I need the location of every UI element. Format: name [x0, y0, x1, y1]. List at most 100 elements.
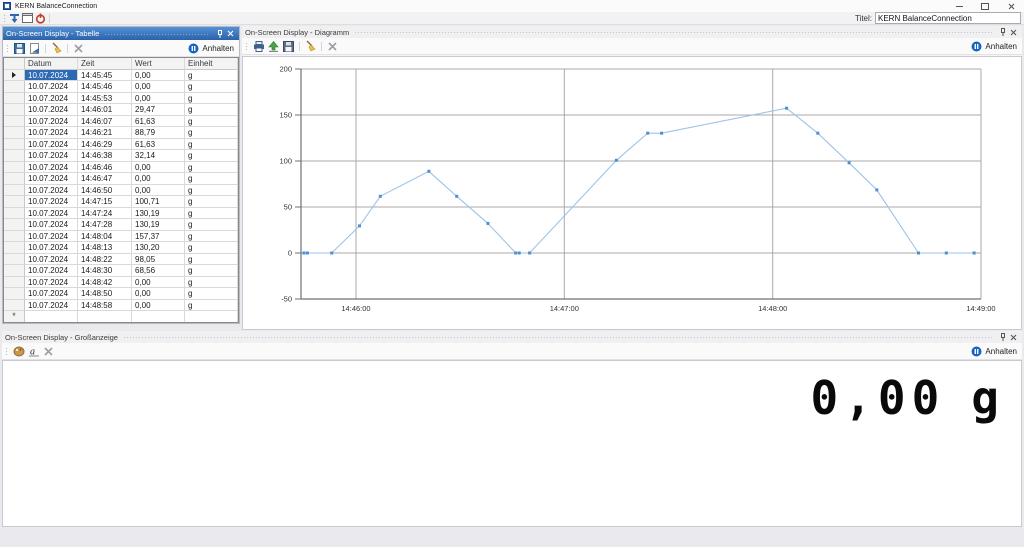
cell-zeit[interactable]: 14:47:15	[78, 196, 132, 208]
cell-datum[interactable]: 10.07.2024	[25, 93, 78, 105]
cell-zeit[interactable]: 14:46:47	[78, 173, 132, 185]
cell-datum[interactable]: 10.07.2024	[25, 127, 78, 139]
restore-button[interactable]	[972, 0, 998, 12]
cell-wert[interactable]: 88,79	[132, 127, 185, 139]
cell-datum[interactable]: 10.07.2024	[25, 265, 78, 277]
close-button[interactable]	[998, 0, 1024, 12]
cell-einheit[interactable]: g	[185, 242, 238, 254]
table-row[interactable]: 10.07.202414:47:24130,19g	[4, 208, 238, 220]
cell-datum[interactable]	[25, 311, 78, 323]
table-row[interactable]: 10.07.202414:46:470,00g	[4, 173, 238, 185]
table-row[interactable]: 10.07.202414:46:460,00g	[4, 162, 238, 174]
cell-zeit[interactable]	[78, 311, 132, 323]
cell-zeit[interactable]: 14:48:50	[78, 288, 132, 300]
anhalten-button[interactable]: Anhalten	[971, 41, 1019, 52]
color-button[interactable]	[12, 345, 25, 358]
delete-button[interactable]	[42, 345, 55, 358]
cell-zeit[interactable]: 14:46:38	[78, 150, 132, 162]
cell-wert[interactable]: 130,20	[132, 242, 185, 254]
cell-einheit[interactable]: g	[185, 208, 238, 220]
cell-zeit[interactable]: 14:45:46	[78, 81, 132, 93]
table-row[interactable]: 10.07.202414:48:3068,56g	[4, 265, 238, 277]
cell-einheit[interactable]: g	[185, 185, 238, 197]
cell-wert[interactable]: 130,19	[132, 219, 185, 231]
font-button[interactable]: a	[27, 345, 40, 358]
cell-einheit[interactable]: g	[185, 277, 238, 289]
cell-datum[interactable]: 10.07.2024	[25, 219, 78, 231]
cell-datum[interactable]: 10.07.2024	[25, 185, 78, 197]
cell-zeit[interactable]: 14:48:58	[78, 300, 132, 312]
cell-einheit[interactable]: g	[185, 173, 238, 185]
cell-einheit[interactable]: g	[185, 139, 238, 151]
cell-datum[interactable]: 10.07.2024	[25, 150, 78, 162]
cell-einheit[interactable]	[185, 311, 238, 323]
cell-wert[interactable]: 0,00	[132, 70, 185, 82]
cell-wert[interactable]: 68,56	[132, 265, 185, 277]
window-layout-button[interactable]	[21, 13, 34, 24]
cell-zeit[interactable]: 14:45:45	[78, 70, 132, 82]
cell-einheit[interactable]: g	[185, 127, 238, 139]
cell-einheit[interactable]: g	[185, 300, 238, 312]
cell-zeit[interactable]: 14:46:50	[78, 185, 132, 197]
cell-wert[interactable]: 157,37	[132, 231, 185, 243]
table-row[interactable]: 10.07.202414:46:3832,14g	[4, 150, 238, 162]
export-chart-button[interactable]	[267, 40, 280, 53]
column-header[interactable]: Wert	[132, 58, 185, 70]
cell-datum[interactable]: 10.07.2024	[25, 288, 78, 300]
pin-button[interactable]	[214, 28, 225, 39]
delete-button[interactable]	[72, 42, 85, 55]
cell-datum[interactable]: 10.07.2024	[25, 70, 78, 82]
cell-datum[interactable]: 10.07.2024	[25, 104, 78, 116]
panel-close-button[interactable]	[1008, 332, 1019, 343]
anhalten-button[interactable]: Anhalten	[188, 43, 236, 54]
print-button[interactable]	[252, 40, 265, 53]
table-row[interactable]: 10.07.202414:45:460,00g	[4, 81, 238, 93]
table-row[interactable]: 10.07.202414:45:530,00g	[4, 93, 238, 105]
cell-datum[interactable]: 10.07.2024	[25, 254, 78, 266]
cell-einheit[interactable]: g	[185, 93, 238, 105]
table-row[interactable]: 10.07.202414:48:13130,20g	[4, 242, 238, 254]
clear-button[interactable]	[304, 40, 317, 53]
column-header[interactable]: Datum	[25, 58, 78, 70]
table-row[interactable]: 10.07.202414:47:28130,19g	[4, 219, 238, 231]
table-row[interactable]: 10.07.202414:45:450,00g	[4, 70, 238, 82]
cell-zeit[interactable]: 14:46:46	[78, 162, 132, 174]
cell-einheit[interactable]: g	[185, 254, 238, 266]
cell-einheit[interactable]: g	[185, 231, 238, 243]
cell-wert[interactable]: 29,47	[132, 104, 185, 116]
cell-wert[interactable]: 0,00	[132, 173, 185, 185]
cell-zeit[interactable]: 14:48:13	[78, 242, 132, 254]
cell-datum[interactable]: 10.07.2024	[25, 162, 78, 174]
cell-datum[interactable]: 10.07.2024	[25, 300, 78, 312]
data-table[interactable]: DatumZeitWertEinheit10.07.202414:45:450,…	[3, 57, 239, 323]
pin-button[interactable]	[997, 27, 1008, 38]
table-row[interactable]: 10.07.202414:46:2961,63g	[4, 139, 238, 151]
cell-wert[interactable]: 0,00	[132, 162, 185, 174]
cell-datum[interactable]: 10.07.2024	[25, 196, 78, 208]
column-header[interactable]: Zeit	[78, 58, 132, 70]
pin-button[interactable]	[997, 332, 1008, 343]
table-row[interactable]: 10.07.202414:46:500,00g	[4, 185, 238, 197]
cell-zeit[interactable]: 14:46:21	[78, 127, 132, 139]
panel-close-button[interactable]	[225, 28, 236, 39]
cell-einheit[interactable]: g	[185, 104, 238, 116]
table-row[interactable]: 10.07.202414:46:2188,79g	[4, 127, 238, 139]
cell-datum[interactable]: 10.07.2024	[25, 242, 78, 254]
cell-datum[interactable]: 10.07.2024	[25, 277, 78, 289]
cell-zeit[interactable]: 14:48:22	[78, 254, 132, 266]
cell-einheit[interactable]: g	[185, 265, 238, 277]
table-row[interactable]: 10.07.202414:48:04157,37g	[4, 231, 238, 243]
cell-wert[interactable]: 0,00	[132, 81, 185, 93]
cell-zeit[interactable]: 14:48:04	[78, 231, 132, 243]
titel-input[interactable]	[875, 12, 1021, 24]
table-row[interactable]: 10.07.202414:48:420,00g	[4, 277, 238, 289]
cell-wert[interactable]: 61,63	[132, 139, 185, 151]
cell-wert[interactable]	[132, 311, 185, 323]
cell-datum[interactable]: 10.07.2024	[25, 231, 78, 243]
anhalten-button[interactable]: Anhalten	[971, 346, 1019, 357]
cell-datum[interactable]: 10.07.2024	[25, 116, 78, 128]
cell-zeit[interactable]: 14:48:42	[78, 277, 132, 289]
cell-zeit[interactable]: 14:46:01	[78, 104, 132, 116]
minimize-button[interactable]	[946, 0, 972, 12]
cell-zeit[interactable]: 14:46:07	[78, 116, 132, 128]
